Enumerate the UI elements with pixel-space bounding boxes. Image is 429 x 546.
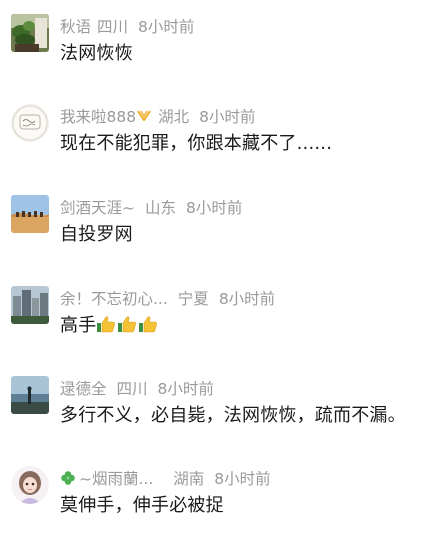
comment-meta: 余！不忘初心... 宁夏 8小时前 (60, 288, 275, 310)
plant-photo-avatar-icon (11, 14, 49, 52)
comment-text: 高手 (60, 314, 159, 338)
girl-doll-avatar-icon (11, 466, 49, 504)
avatar[interactable] (11, 466, 49, 504)
username[interactable]: 逯德全 (60, 380, 107, 398)
timestamp: 8小时前 (138, 18, 195, 36)
timestamp: 8小时前 (199, 108, 256, 126)
username[interactable]: 我来啦888 (60, 108, 136, 126)
desert-camels-avatar-icon (11, 195, 49, 233)
timestamp: 8小时前 (157, 380, 214, 398)
location: 山东 (145, 199, 177, 217)
comment-meta: 剑酒天涯~ 山东 8小时前 (60, 197, 242, 219)
avatar[interactable] (11, 195, 49, 233)
handwriting-avatar-icon (11, 104, 49, 142)
location: 宁夏 (177, 290, 209, 308)
comment-meta: 秋语 四川 8小时前 (60, 16, 194, 38)
comment-text: 现在不能犯罪，你跟本藏不了...... (60, 133, 333, 154)
city-buildings-avatar-icon (11, 286, 49, 324)
thumbs-up-icon (139, 316, 158, 333)
location: 四川 (116, 380, 148, 398)
comment-text: 多行不义，必自毙，法网恢恢，疏而不漏。 (60, 405, 406, 426)
location: 湖南 (173, 470, 205, 488)
comment-meta: ~烟雨蘭... 湖南 8小时前 (60, 468, 271, 490)
comment-meta: 逯德全 四川 8小时前 (60, 378, 214, 400)
comment-text-content: 高手 (60, 315, 97, 336)
comment-text: 自投罗网 (60, 224, 133, 245)
comment-meta: 我来啦888 湖北 8小时前 (60, 106, 255, 128)
comment-text: 法网恢恢 (60, 43, 133, 64)
comment-item: 我来啦888 湖北 8小时前 现在不能犯罪，你跟本藏不了...... (0, 104, 429, 184)
comment-item: 剑酒天涯~ 山东 8小时前 自投罗网 (0, 195, 429, 275)
avatar[interactable] (11, 286, 49, 324)
timestamp: 8小时前 (218, 290, 276, 308)
timestamp: 8小时前 (186, 199, 243, 217)
username[interactable]: 余！不忘初心... (60, 290, 168, 308)
location: 湖北 (158, 108, 190, 126)
comment-item: ~烟雨蘭... 湖南 8小时前 莫伸手，伸手必被捉 (0, 466, 429, 546)
vip-badge-icon (137, 110, 152, 122)
avatar[interactable] (11, 14, 49, 52)
location: 四川 (97, 18, 129, 36)
timestamp: 8小时前 (214, 470, 271, 488)
thumbs-up-icon (118, 316, 137, 333)
username[interactable]: 剑酒天涯~ (60, 199, 135, 217)
comment-item: 秋语 四川 8小时前 法网恢恢 (0, 14, 429, 94)
thumbs-up-icon (97, 316, 116, 333)
username[interactable]: 秋语 (60, 18, 91, 36)
avatar[interactable] (11, 376, 49, 414)
comment-item: 逯德全 四川 8小时前 多行不义，必自毙，法网恢恢，疏而不漏。 (0, 376, 429, 456)
username[interactable]: ~烟雨蘭... (79, 470, 153, 488)
seaside-person-avatar-icon (11, 376, 49, 414)
clover-icon (61, 471, 75, 485)
comment-item: 余！不忘初心... 宁夏 8小时前 高手 (0, 286, 429, 366)
comment-text: 莫伸手，伸手必被捉 (60, 495, 224, 516)
avatar[interactable] (11, 104, 49, 142)
